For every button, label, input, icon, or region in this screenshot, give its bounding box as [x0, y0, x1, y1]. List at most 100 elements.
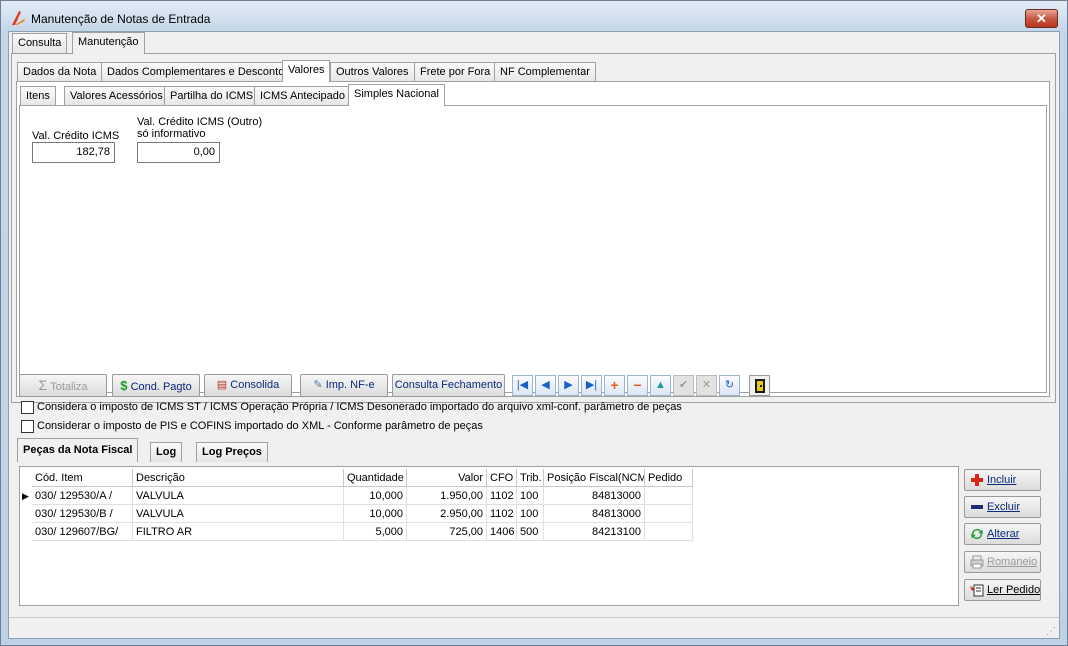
table-cell[interactable]: 100: [517, 505, 544, 523]
dollar-icon: $: [120, 378, 128, 393]
icms-checkbox-label: Considera o imposto de ICMS ST / ICMS Op…: [37, 401, 682, 413]
incluir-button[interactable]: Incluir: [964, 469, 1041, 491]
credito-outro-label: Val. Crédito ICMS (Outro): [137, 116, 263, 128]
tab-consulta[interactable]: Consulta: [12, 33, 68, 53]
tab-dados-complementares[interactable]: Dados Complementares e Desconto: [101, 62, 291, 82]
table-cell[interactable]: 5,000: [344, 523, 407, 541]
manutencao-page: Dados da Nota Dados Complementares e Des…: [11, 53, 1056, 403]
table-cell[interactable]: FILTRO AR: [133, 523, 344, 541]
credito-icms-label: Val. Crédito ICMS: [32, 130, 120, 142]
table-cell[interactable]: 1.950,00: [407, 487, 487, 505]
column-header[interactable]: Trib.: [517, 469, 544, 487]
items-grid[interactable]: Cód. Item Descrição Quantidade Valor CFO…: [19, 466, 959, 606]
delete-icon[interactable]: −: [627, 375, 648, 396]
table-cell[interactable]: VALVULA: [133, 487, 344, 505]
document-arrow-icon: [970, 584, 984, 597]
table-cell[interactable]: 030/ 129530/B /: [32, 505, 133, 523]
table-cell[interactable]: 1406: [487, 523, 517, 541]
column-header[interactable]: Descrição: [133, 469, 344, 487]
window-title: Manutenção de Notas de Entrada: [31, 12, 211, 26]
cond-pagto-button[interactable]: $ Cond. Pagto: [112, 374, 200, 397]
resize-grip-icon[interactable]: ⋰: [1046, 626, 1056, 637]
tab-partilha-do-icms[interactable]: Partilha do ICMS: [164, 86, 260, 106]
tab-simples-nacional[interactable]: Simples Nacional: [348, 84, 445, 106]
column-header[interactable]: Cód. Item: [32, 469, 133, 487]
status-bar: ⋰: [9, 617, 1059, 638]
table-cell[interactable]: 030/ 129530/A /: [32, 487, 133, 505]
column-header[interactable]: CFO: [487, 469, 517, 487]
close-button[interactable]: ✕: [1025, 9, 1058, 28]
ler-pedido-button[interactable]: Ler Pedido: [964, 579, 1041, 601]
tab-manutencao[interactable]: Manutenção: [72, 32, 145, 54]
table-cell[interactable]: 10,000: [344, 505, 407, 523]
credito-outro-field[interactable]: 0,00: [137, 142, 220, 163]
exit-icon[interactable]: [749, 375, 770, 396]
table-cell[interactable]: 1102: [487, 505, 517, 523]
table-cell[interactable]: 500: [517, 523, 544, 541]
cancel-icon[interactable]: ✕: [696, 375, 717, 396]
icms-checkbox[interactable]: [21, 401, 34, 414]
so-informativo-label: só informativo: [137, 128, 206, 140]
tab-valores[interactable]: Valores: [282, 60, 331, 82]
first-record-icon[interactable]: |◀: [512, 375, 533, 396]
romaneio-button[interactable]: Romaneio: [964, 551, 1041, 573]
tab-valores-acessorios[interactable]: Valores Acessórios: [64, 86, 169, 106]
consolida-button[interactable]: ▤ Consolida: [204, 374, 292, 397]
table-cell[interactable]: 84813000: [544, 505, 645, 523]
consulta-fechamento-button[interactable]: Consulta Fechamento: [392, 374, 505, 397]
tab-pecas-da-nota[interactable]: Peças da Nota Fiscal: [17, 438, 139, 462]
refresh-icon[interactable]: ↻: [719, 375, 740, 396]
table-cell[interactable]: [645, 487, 693, 505]
next-record-icon[interactable]: ▶: [558, 375, 579, 396]
client-area: Consulta Manutenção Dados da Nota Dados …: [8, 31, 1060, 639]
insert-icon[interactable]: +: [604, 375, 625, 396]
column-header[interactable]: Posição Fiscal(NCM): [544, 469, 645, 487]
simples-nacional-page: Val. Crédito ICMS 182,78 Val. Crédito IC…: [19, 105, 1047, 393]
alterar-button[interactable]: Alterar: [964, 523, 1041, 545]
tab-dados-da-nota[interactable]: Dados da Nota: [17, 62, 103, 82]
edit-icon[interactable]: ▲: [650, 375, 671, 396]
plus-icon: [971, 474, 983, 486]
table-cell[interactable]: [645, 505, 693, 523]
imp-nfe-button[interactable]: ✎ Imp. NF-e: [300, 374, 388, 397]
totaliza-button[interactable]: Σ Totaliza: [19, 374, 107, 397]
column-header[interactable]: Valor: [407, 469, 487, 487]
tab-frete-por-fora[interactable]: Frete por Fora: [414, 62, 497, 82]
pis-cofins-checkbox[interactable]: [21, 420, 34, 433]
minus-icon: [971, 505, 983, 509]
tab-icms-antecipado[interactable]: ICMS Antecipado: [254, 86, 351, 106]
tab-outros-valores[interactable]: Outros Valores: [330, 62, 415, 82]
tab-log[interactable]: Log: [150, 442, 183, 462]
column-header[interactable]: Quantidade: [344, 469, 407, 487]
app-logo-icon: [12, 11, 25, 25]
table-cell[interactable]: 725,00: [407, 523, 487, 541]
table-cell[interactable]: 1102: [487, 487, 517, 505]
printer-icon: [970, 555, 984, 569]
column-header[interactable]: Pedido: [645, 469, 693, 487]
last-record-icon[interactable]: ▶|: [581, 375, 602, 396]
table-cell[interactable]: 84213100: [544, 523, 645, 541]
table-cell[interactable]: 84813000: [544, 487, 645, 505]
prior-record-icon[interactable]: ◀: [535, 375, 556, 396]
tab-itens[interactable]: Itens: [20, 86, 56, 106]
table-cell[interactable]: 2.950,00: [407, 505, 487, 523]
title-bar: Manutenção de Notas de Entrada ✕: [1, 1, 1067, 31]
tab-nf-complementar[interactable]: NF Complementar: [494, 62, 596, 82]
sigma-icon: Σ: [38, 377, 48, 393]
import-icon: ✎: [313, 379, 323, 391]
table-cell[interactable]: [645, 523, 693, 541]
current-row-indicator-icon: ▶: [22, 491, 29, 501]
credito-icms-field[interactable]: 182,78: [32, 142, 115, 163]
app-window: Manutenção de Notas de Entrada ✕ Consult…: [0, 0, 1068, 646]
post-icon[interactable]: ✔: [673, 375, 694, 396]
excluir-button[interactable]: Excluir: [964, 496, 1041, 518]
table-cell[interactable]: 100: [517, 487, 544, 505]
valores-page: Itens Valores Acessórios Partilha do ICM…: [16, 81, 1050, 397]
pis-cofins-checkbox-label: Considerar o imposto de PIS e COFINS imp…: [37, 420, 483, 432]
tab-log-precos[interactable]: Log Preços: [196, 442, 268, 462]
table-cell[interactable]: 030/ 129607/BG/: [32, 523, 133, 541]
table-cell[interactable]: VALVULA: [133, 505, 344, 523]
document-icon: ▤: [216, 379, 228, 391]
table-cell[interactable]: 10,000: [344, 487, 407, 505]
refresh-arrows-icon: [971, 529, 983, 539]
